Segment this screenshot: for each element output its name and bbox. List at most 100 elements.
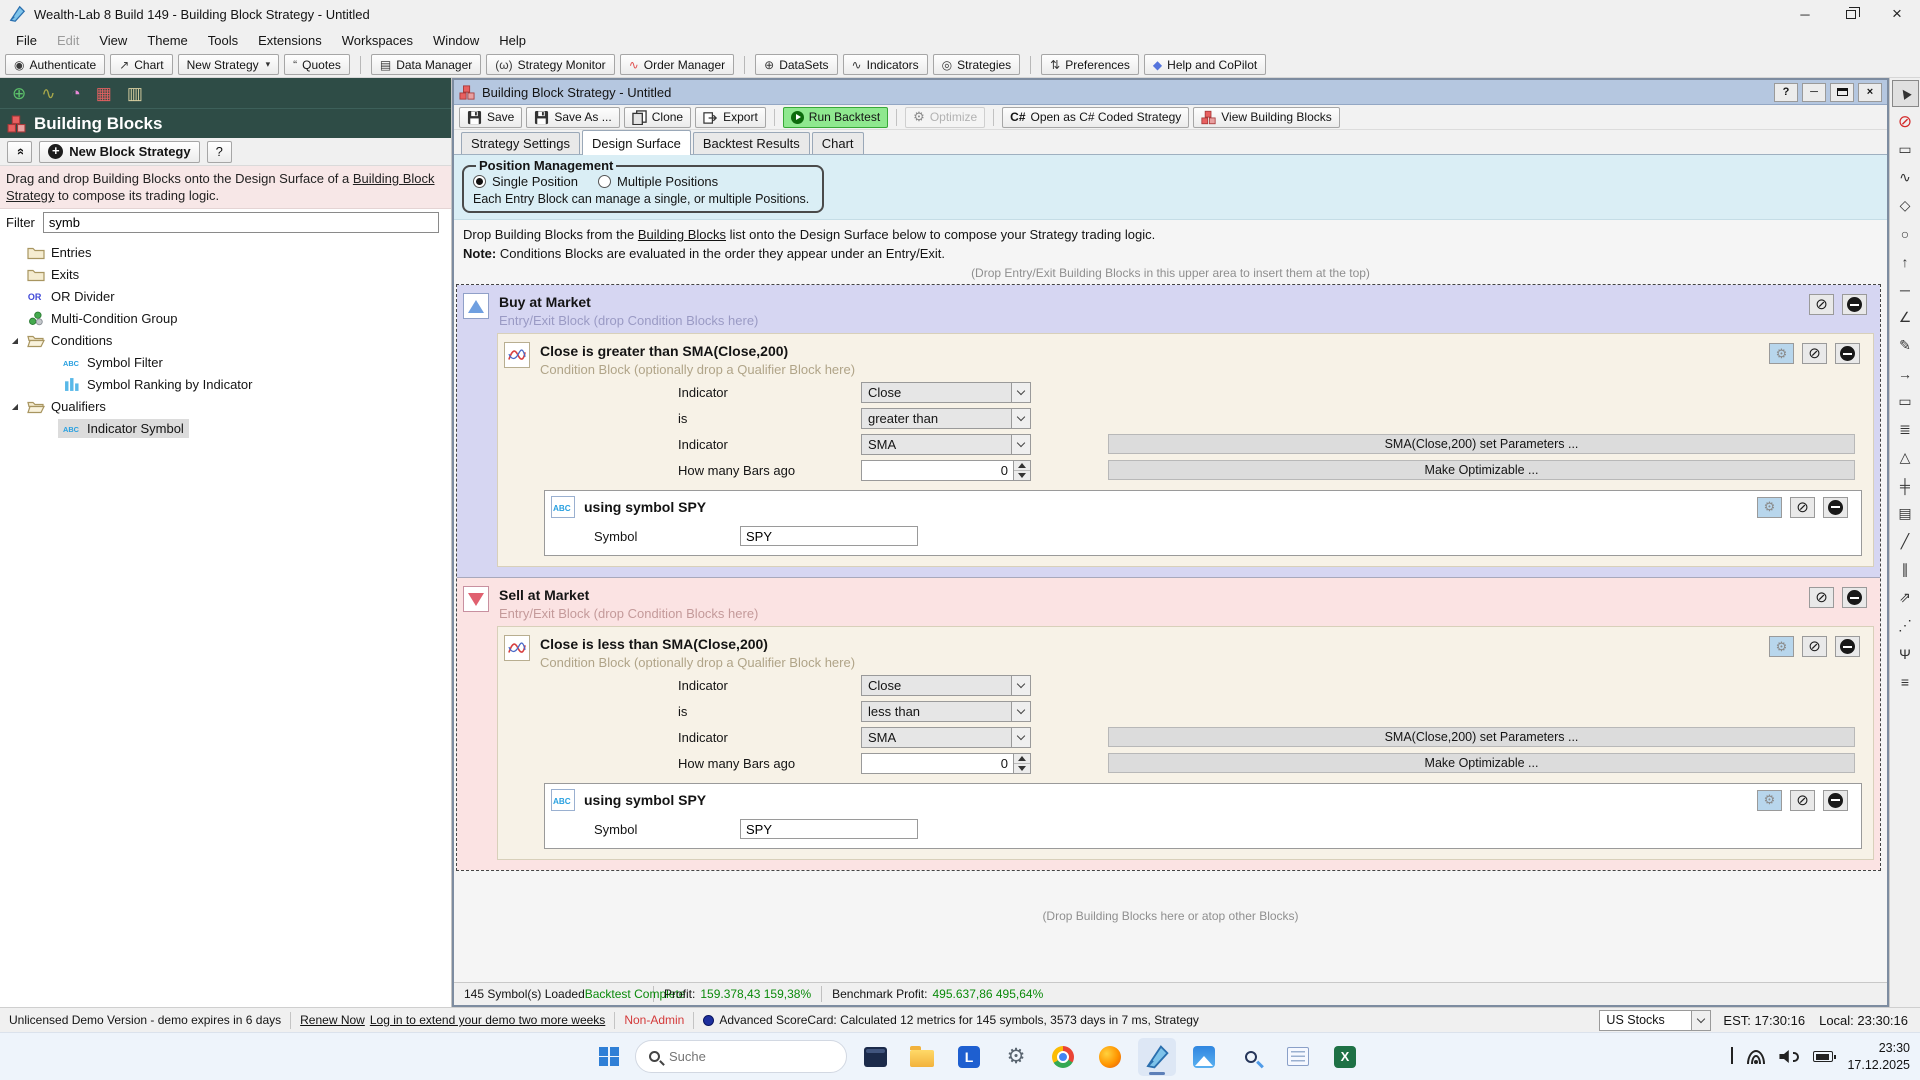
filter-input[interactable] <box>43 212 439 233</box>
tree-item-or-divider[interactable]: OR Divider <box>0 285 451 307</box>
qualifier-block[interactable]: using symbol SPY ⚙ ⊘ Symbol <box>544 490 1862 556</box>
indicator-dropdown[interactable]: Close <box>861 675 1031 696</box>
tree-item-indicator-symbol[interactable]: Indicator Symbol <box>0 417 451 439</box>
rectangle-tool[interactable]: ▭ <box>1892 388 1919 415</box>
spinner-arrows[interactable] <box>1013 754 1030 773</box>
menu-file[interactable]: File <box>6 30 47 51</box>
chevron-down-icon[interactable] <box>1011 435 1030 454</box>
chevron-down-icon[interactable] <box>1011 676 1030 695</box>
pencil-tool[interactable]: ✎ <box>1892 332 1919 359</box>
menu-workspaces[interactable]: Workspaces <box>332 30 423 51</box>
app-l-icon[interactable]: L <box>950 1038 988 1076</box>
menu-theme[interactable]: Theme <box>137 30 197 51</box>
run-backtest-button[interactable]: Run Backtest <box>783 107 888 128</box>
sell-at-market-block[interactable]: Sell at Market Entry/Exit Block (drop Co… <box>457 577 1880 870</box>
block-settings-button[interactable]: ⚙ <box>1769 636 1794 657</box>
window-help-button[interactable]: ? <box>1774 83 1798 102</box>
volume-icon[interactable] <box>1779 1050 1799 1064</box>
symbol-input[interactable] <box>740 526 918 546</box>
note-tool[interactable]: ≣ <box>1892 416 1919 443</box>
tree-item-exits[interactable]: Exits <box>0 263 451 285</box>
remove-block-button[interactable] <box>1835 343 1860 364</box>
condition-block[interactable]: Close is greater than SMA(Close,200) Con… <box>497 333 1874 567</box>
bars-ago-spinner[interactable]: 0 <box>861 753 1031 774</box>
vertical-line-tool[interactable]: ↑ <box>1892 248 1919 275</box>
window-maximize-button[interactable] <box>1830 83 1854 102</box>
chevron-down-icon[interactable] <box>1691 1011 1710 1030</box>
chevron-down-icon[interactable] <box>1011 728 1030 747</box>
taskbar-clock[interactable]: 23:30 17.12.2025 <box>1847 1040 1910 1073</box>
terminal-app-icon[interactable] <box>856 1038 894 1076</box>
arrow-tool[interactable]: → <box>1892 360 1919 387</box>
building-blocks-link[interactable]: Building Blocks <box>638 227 726 242</box>
clone-button[interactable]: Clone <box>624 107 691 128</box>
renew-now-link[interactable]: Renew Now <box>300 1013 365 1027</box>
set-parameters-button[interactable]: SMA(Close,200) set Parameters ... <box>1108 434 1855 454</box>
menu-help[interactable]: Help <box>489 30 536 51</box>
multiple-positions-radio[interactable]: Multiple Positions <box>598 174 718 189</box>
save-as-button[interactable]: Save As ... <box>526 107 619 128</box>
menu-view[interactable]: View <box>89 30 137 51</box>
login-extend-link[interactable]: Log in to extend your demo two more week… <box>370 1013 605 1027</box>
chart-button[interactable]: ↗ Chart <box>110 54 172 75</box>
menu-window[interactable]: Window <box>423 30 489 51</box>
start-button[interactable] <box>592 1040 626 1074</box>
library-books-icon[interactable]: ▥ <box>127 85 143 102</box>
help-button[interactable]: ? <box>207 141 232 163</box>
remove-block-button[interactable] <box>1835 636 1860 657</box>
tree-expand-icon[interactable]: ◢ <box>8 402 22 411</box>
wealthlab-taskbar-icon[interactable] <box>1138 1038 1176 1076</box>
menu-tools[interactable]: Tools <box>198 30 248 51</box>
new-block-strategy-button[interactable]: New Block Strategy <box>39 141 199 163</box>
reader-app-icon[interactable] <box>1279 1038 1317 1076</box>
chrome-icon[interactable] <box>1044 1038 1082 1076</box>
condition-block[interactable]: Close is less than SMA(Close,200) Condit… <box>497 626 1874 860</box>
crosshair-t ool[interactable]: ╪ <box>1892 472 1919 499</box>
excel-icon[interactable]: X <box>1326 1038 1364 1076</box>
block-settings-button[interactable]: ⚙ <box>1757 790 1782 811</box>
segment-tool[interactable]: ∠ <box>1892 304 1919 331</box>
tree-item-symbol-ranking[interactable]: Symbol Ranking by Indicator <box>0 373 451 395</box>
tree-item-symbol-filter[interactable]: Symbol Filter <box>0 351 451 373</box>
remove-block-button[interactable] <box>1842 587 1867 608</box>
menu-edit[interactable]: Edit <box>47 30 89 51</box>
collapse-all-button[interactable]: » <box>7 141 32 163</box>
operator-dropdown[interactable]: less than <box>861 701 1031 722</box>
authenticate-button[interactable]: ◉ Authenticate <box>5 54 105 75</box>
remove-block-button[interactable] <box>1823 790 1848 811</box>
tree-item-multi-condition-group[interactable]: Multi-Condition Group <box>0 307 451 329</box>
market-select[interactable]: US Stocks <box>1599 1010 1711 1031</box>
taskbar-search[interactable] <box>635 1040 847 1073</box>
menu-extensions[interactable]: Extensions <box>248 30 332 51</box>
file-explorer-icon[interactable] <box>903 1038 941 1076</box>
globe-icon[interactable]: ⊕ <box>12 85 26 102</box>
quotes-button[interactable]: “ Quotes <box>284 54 350 75</box>
minimize-button[interactable]: ─ <box>1782 0 1828 28</box>
tab-chart[interactable]: Chart <box>812 132 864 154</box>
optimize-button[interactable]: ⚙Optimize <box>905 107 985 128</box>
make-optimizable-button[interactable]: Make Optimizable ... <box>1108 460 1855 480</box>
tray-chevron-button[interactable] <box>1731 1049 1733 1064</box>
measure-tool[interactable]: ▭ <box>1892 136 1919 163</box>
disable-block-button[interactable]: ⊘ <box>1809 587 1834 608</box>
horizontal-line-tool[interactable]: ─ <box>1892 276 1919 303</box>
indicator2-dropdown[interactable]: SMA <box>861 434 1031 455</box>
open-csharp-button[interactable]: C#Open as C# Coded Strategy <box>1002 107 1189 128</box>
search-app-icon[interactable] <box>1232 1038 1270 1076</box>
pitchfork-tool[interactable]: Ψ <box>1892 640 1919 667</box>
preferences-button[interactable]: ⇅ Preferences <box>1041 54 1139 75</box>
indicator-dropdown[interactable]: Close <box>861 382 1031 403</box>
disable-block-button[interactable]: ⊘ <box>1790 790 1815 811</box>
symbol-input[interactable] <box>740 819 918 839</box>
make-optimizable-button[interactable]: Make Optimizable ... <box>1108 753 1855 773</box>
indicators-button[interactable]: ∿ Indicators <box>843 54 928 75</box>
strategy-monitor-button[interactable]: (ω) Strategy Monitor <box>486 54 614 75</box>
remove-block-button[interactable] <box>1842 294 1867 315</box>
new-strategy-button[interactable]: New Strategy ▾ <box>178 54 280 75</box>
settings-gear-icon[interactable]: ⚙ <box>997 1038 1035 1076</box>
tree-item-qualifiers[interactable]: ◢ Qualifiers <box>0 395 451 417</box>
wifi-icon[interactable] <box>1747 1050 1765 1064</box>
operator-dropdown[interactable]: greater than <box>861 408 1031 429</box>
datasets-button[interactable]: ⊕ DataSets <box>755 54 837 75</box>
single-position-radio[interactable]: Single Position <box>473 174 578 189</box>
